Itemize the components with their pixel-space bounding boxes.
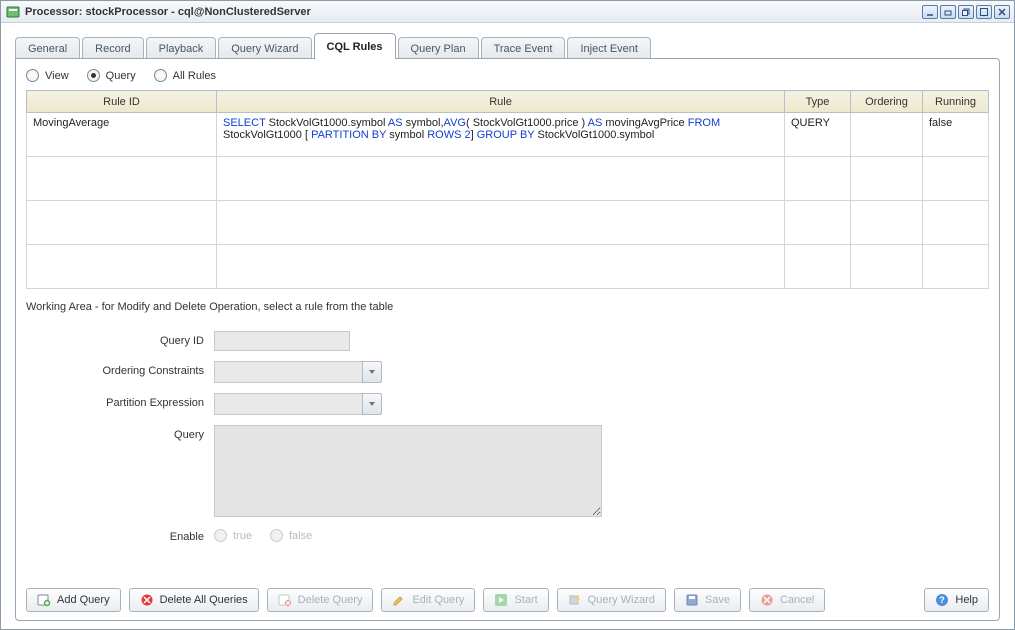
delete-query-icon	[278, 593, 292, 607]
enable-radio-group: true false	[214, 527, 312, 542]
cell-rule-id: MovingAverage	[27, 113, 217, 157]
filter-query-label: Query	[106, 70, 136, 82]
add-icon	[37, 593, 51, 607]
filter-query-radio[interactable]: Query	[87, 69, 136, 82]
rules-table: Rule ID Rule Type Ordering Running Movin…	[26, 90, 989, 289]
col-rule[interactable]: Rule	[217, 91, 785, 113]
col-running[interactable]: Running	[923, 91, 989, 113]
filter-all-radio[interactable]: All Rules	[154, 69, 216, 82]
col-rule-id[interactable]: Rule ID	[27, 91, 217, 113]
delete-query-button[interactable]: Delete Query	[267, 588, 374, 612]
save-icon	[685, 593, 699, 607]
query-label: Query	[26, 425, 214, 441]
delete-all-queries-button[interactable]: Delete All Queries	[129, 588, 259, 612]
tab-query-wizard[interactable]: Query Wizard	[218, 37, 311, 59]
cql-rules-panel: View Query All Rules Rule ID	[15, 58, 1000, 621]
restore-down-button[interactable]	[940, 5, 956, 19]
tab-general[interactable]: General	[15, 37, 80, 59]
tab-trace-event[interactable]: Trace Event	[481, 37, 566, 59]
filter-radio-group: View Query All Rules	[26, 69, 989, 82]
add-query-button[interactable]: Add Query	[26, 588, 121, 612]
start-button[interactable]: Start	[483, 588, 548, 612]
partition-expression-label: Partition Expression	[26, 393, 214, 409]
filter-view-label: View	[45, 70, 69, 82]
tabs: General Record Playback Query Wizard CQL…	[15, 33, 1000, 59]
window-body: General Record Playback Query Wizard CQL…	[1, 23, 1014, 629]
table-row[interactable]	[27, 201, 989, 245]
tab-inject-event[interactable]: Inject Event	[567, 37, 650, 59]
tab-cql-rules[interactable]: CQL Rules	[314, 33, 396, 59]
minimize-button[interactable]	[922, 5, 938, 19]
chevron-down-icon	[362, 361, 382, 383]
ordering-constraints-label: Ordering Constraints	[26, 361, 214, 377]
working-area-label: Working Area - for Modify and Delete Ope…	[26, 301, 989, 313]
svg-text:?: ?	[940, 595, 946, 605]
edit-icon	[392, 593, 406, 607]
col-ordering[interactable]: Ordering	[851, 91, 923, 113]
tab-playback[interactable]: Playback	[146, 37, 217, 59]
enable-false-label: false	[289, 530, 312, 542]
enable-label: Enable	[26, 527, 214, 543]
col-type[interactable]: Type	[785, 91, 851, 113]
cell-running: false	[923, 113, 989, 157]
help-button[interactable]: ? Help	[924, 588, 989, 612]
filter-all-label: All Rules	[173, 70, 216, 82]
close-button[interactable]	[994, 5, 1010, 19]
processor-window: Processor: stockProcessor - cql@NonClust…	[0, 0, 1015, 630]
chevron-down-icon	[362, 393, 382, 415]
enable-false-radio[interactable]: false	[270, 529, 312, 542]
enable-true-radio[interactable]: true	[214, 529, 252, 542]
titlebar: Processor: stockProcessor - cql@NonClust…	[1, 1, 1014, 23]
play-icon	[494, 593, 508, 607]
query-wizard-button[interactable]: Query Wizard	[557, 588, 666, 612]
window-buttons	[922, 5, 1010, 19]
window-title: Processor: stockProcessor - cql@NonClust…	[25, 6, 922, 18]
tab-record[interactable]: Record	[82, 37, 143, 59]
partition-expression-select[interactable]	[214, 393, 382, 415]
query-textarea[interactable]	[214, 425, 602, 517]
edit-query-button[interactable]: Edit Query	[381, 588, 475, 612]
ordering-constraints-select[interactable]	[214, 361, 382, 383]
delete-icon	[140, 593, 154, 607]
cell-type: QUERY	[785, 113, 851, 157]
table-row[interactable]: MovingAverageSELECT StockVolGt1000.symbo…	[27, 113, 989, 157]
table-row[interactable]	[27, 157, 989, 201]
wizard-icon	[568, 593, 582, 607]
cell-ordering	[851, 113, 923, 157]
tab-query-plan[interactable]: Query Plan	[398, 37, 479, 59]
query-id-label: Query ID	[26, 331, 214, 347]
save-button[interactable]: Save	[674, 588, 741, 612]
filter-view-radio[interactable]: View	[26, 69, 69, 82]
table-row[interactable]	[27, 245, 989, 289]
cancel-button[interactable]: Cancel	[749, 588, 825, 612]
maximize-button[interactable]	[976, 5, 992, 19]
button-bar: Add Query Delete All Queries Delete Quer…	[26, 582, 989, 612]
query-id-input[interactable]	[214, 331, 350, 351]
cell-rule: SELECT StockVolGt1000.symbol AS symbol,A…	[217, 113, 785, 157]
enable-true-label: true	[233, 530, 252, 542]
cancel-icon	[760, 593, 774, 607]
help-icon: ?	[935, 593, 949, 607]
restore-button[interactable]	[958, 5, 974, 19]
app-icon	[5, 4, 21, 20]
